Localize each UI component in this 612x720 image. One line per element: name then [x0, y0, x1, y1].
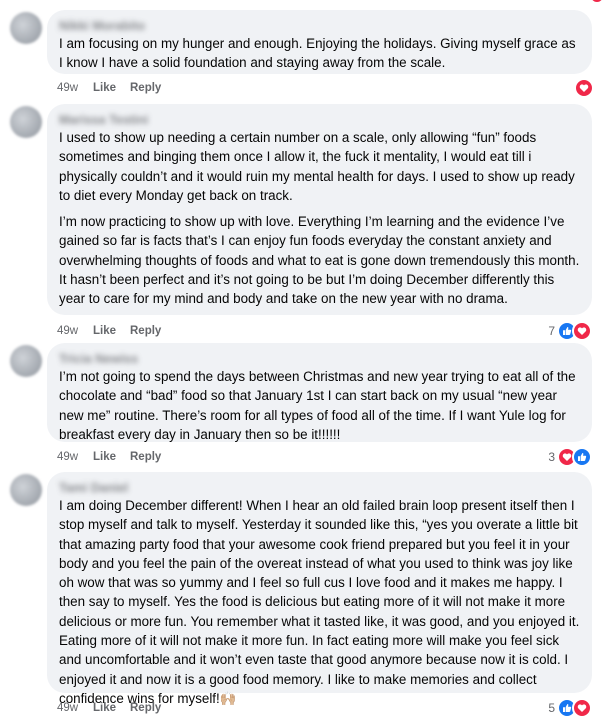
heart-icon	[572, 321, 592, 341]
reply-button[interactable]: Reply	[130, 325, 161, 337]
avatar[interactable]	[10, 345, 42, 377]
commenter-name[interactable]: Tami Daniel	[59, 480, 580, 496]
comment-actions: 49w Like Reply	[57, 80, 161, 96]
comment-text: I used to show up needing a certain numb…	[59, 130, 575, 203]
comment-actions: 49w Like Reply	[57, 449, 161, 465]
reaction-summary[interactable]	[574, 78, 594, 98]
commenter-name[interactable]: Marissa Testini	[59, 112, 580, 128]
comment-text: I’m now practicing to show up with love.…	[59, 214, 580, 307]
heart-icon	[574, 78, 594, 98]
comment-bubble: Nikki Morabito I am focusing on my hunge…	[47, 10, 592, 74]
heart-icon	[591, 0, 603, 2]
reaction-count: 5	[548, 701, 555, 715]
comment-text: I’m not going to spend the days between …	[59, 369, 576, 442]
reaction-summary[interactable]: 5	[548, 698, 592, 718]
avatar[interactable]	[10, 106, 42, 138]
comment-bubble: Tricia Newiss I’m not going to spend the…	[47, 343, 592, 442]
reaction-count: 3	[548, 450, 555, 464]
like-button[interactable]: Like	[93, 702, 130, 714]
reaction-summary[interactable]: 7	[548, 321, 592, 341]
like-button[interactable]: Like	[93, 82, 130, 94]
avatar[interactable]	[10, 474, 42, 506]
comment-timestamp[interactable]: 49w	[57, 451, 93, 463]
like-button[interactable]: Like	[93, 325, 130, 337]
commenter-name[interactable]: Nikki Morabito	[59, 18, 580, 34]
reaction-summary[interactable]: 3	[548, 447, 592, 467]
reply-button[interactable]: Reply	[130, 702, 161, 714]
comment-timestamp[interactable]: 49w	[57, 325, 93, 337]
reply-button[interactable]: Reply	[130, 82, 161, 94]
comment-bubble: Marissa Testini I used to show up needin…	[47, 104, 592, 315]
avatar[interactable]	[10, 12, 42, 44]
comment-timestamp[interactable]: 49w	[57, 82, 93, 94]
commenter-name[interactable]: Tricia Newiss	[59, 351, 580, 367]
comment-text: I am focusing on my hunger and enough. E…	[59, 36, 576, 71]
reply-button[interactable]: Reply	[130, 451, 161, 463]
like-icon	[572, 447, 592, 467]
reaction-count: 7	[548, 324, 555, 338]
comment-actions: 49w Like Reply	[57, 700, 161, 716]
comment-text: I am doing December different! When I he…	[59, 498, 580, 706]
comment-actions: 49w Like Reply	[57, 323, 161, 339]
comment-timestamp[interactable]: 49w	[57, 702, 93, 714]
heart-icon	[572, 698, 592, 718]
comment-bubble: Tami Daniel I am doing December differen…	[47, 472, 592, 706]
like-button[interactable]: Like	[93, 451, 130, 463]
